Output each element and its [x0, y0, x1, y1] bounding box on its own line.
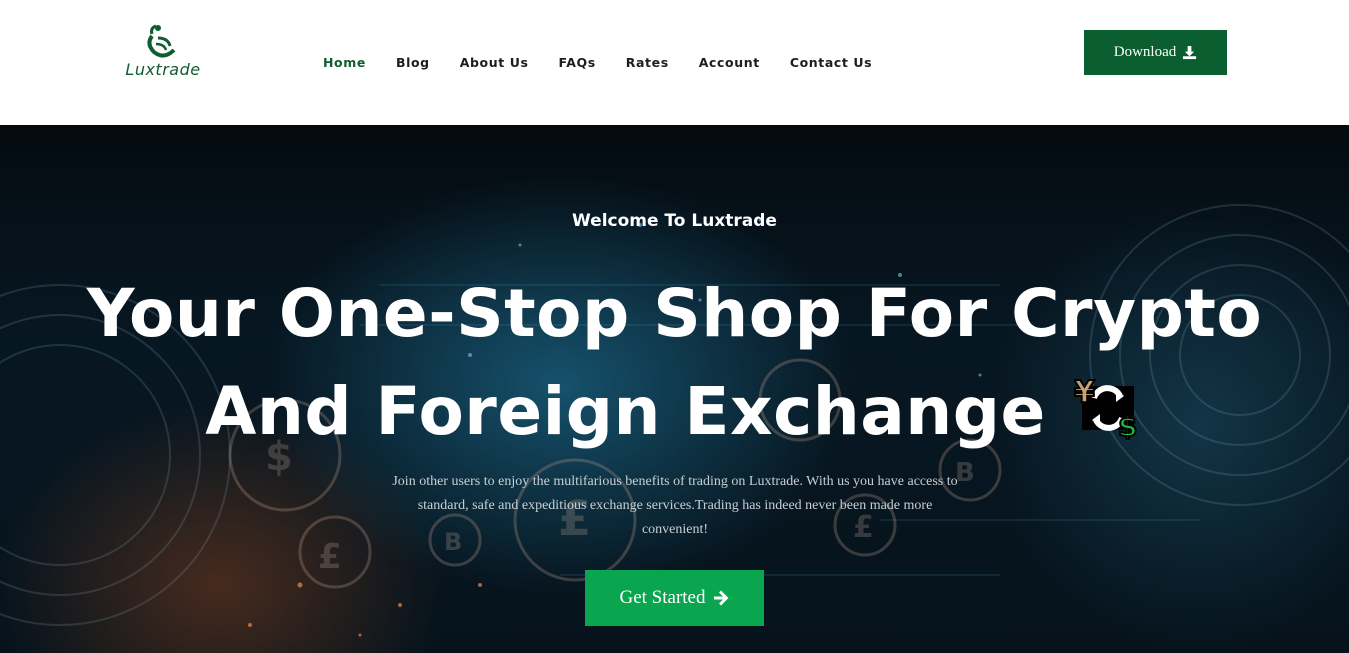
hero-section: £ $ £ £ B B Welcome To Luxtrade Your One… — [0, 125, 1349, 653]
main-nav: Home Blog About Us FAQs Rates Account Co… — [308, 53, 887, 73]
site-header: Luxtrade Home Blog About Us FAQs Rates A… — [0, 0, 1349, 125]
luxtrade-logo-icon — [147, 24, 176, 58]
nav-item-contact-us[interactable]: Contact Us — [775, 53, 887, 73]
hero-headline-line-2-wrap: And Foreign Exchange ¥ $ — [0, 363, 1349, 461]
nav-item-blog[interactable]: Blog — [381, 53, 445, 73]
hero-headline-line-1: Your One-Stop Shop For Crypto — [86, 275, 1263, 352]
nav-item-rates[interactable]: Rates — [611, 53, 684, 73]
download-button[interactable]: Download — [1084, 30, 1227, 75]
download-button-label: Download — [1113, 44, 1177, 60]
svg-text:£: £ — [318, 537, 342, 577]
arrow-right-icon — [713, 590, 728, 606]
download-icon — [1183, 45, 1197, 60]
hero-headline-line-2: And Foreign Exchange — [205, 373, 1046, 450]
hero-welcome-text: Welcome To Luxtrade — [572, 211, 777, 231]
currency-exchange-icon: ¥ $ — [1074, 376, 1138, 440]
nav-item-home[interactable]: Home — [308, 53, 381, 73]
hero-headline: Your One-Stop Shop For Crypto And Foreig… — [0, 265, 1349, 461]
svg-text:¥: ¥ — [1074, 376, 1095, 410]
nav-item-account[interactable]: Account — [684, 53, 775, 73]
hero-subtitle: Join other users to enjoy the multifario… — [392, 474, 958, 537]
nav-item-faqs[interactable]: FAQs — [544, 53, 611, 73]
nav-item-about-us[interactable]: About Us — [445, 53, 544, 73]
brand-logo[interactable]: Luxtrade — [122, 22, 204, 84]
brand-name: Luxtrade — [125, 60, 201, 79]
svg-text:$: $ — [1118, 410, 1138, 440]
get-started-label: Get Started — [619, 587, 706, 608]
get-started-button[interactable]: Get Started — [585, 570, 764, 626]
